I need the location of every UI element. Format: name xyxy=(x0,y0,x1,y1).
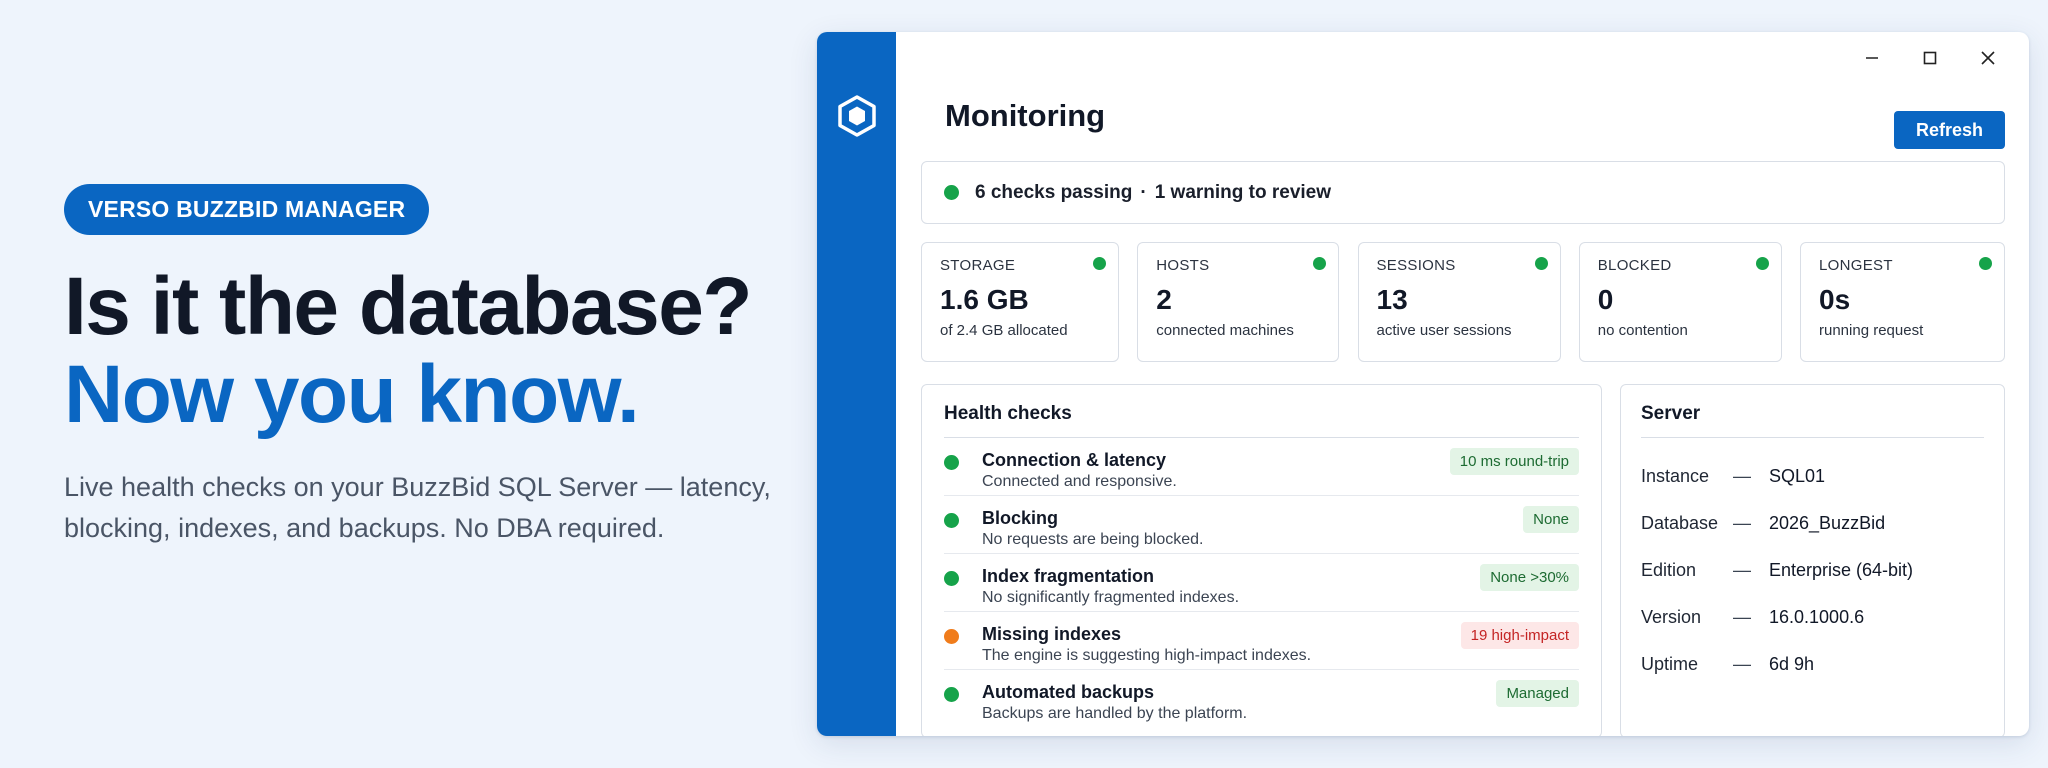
stat-value: 13 xyxy=(1376,284,1408,315)
check-badge: 19 high-impact xyxy=(1460,622,1579,649)
check-index-fragmentation[interactable]: Index fragmentation No significantly fra… xyxy=(944,554,1579,612)
check-badge: Managed xyxy=(1496,680,1579,707)
check-blocking[interactable]: Blocking No requests are being blocked. … xyxy=(944,496,1579,554)
check-name: Index fragmentation xyxy=(982,566,1155,586)
hero-subtitle: Live health checks on your BuzzBid SQL S… xyxy=(64,472,771,543)
stat-label: HOSTS xyxy=(1156,257,1210,274)
check-name: Missing indexes xyxy=(982,624,1122,644)
status-ok-icon xyxy=(944,687,959,702)
summary-warnings: 1 warning to review xyxy=(1154,181,1332,203)
stat-label: SESSIONS xyxy=(1376,257,1456,274)
stat-value: 1.6 GB xyxy=(940,284,1029,315)
app-logo-icon[interactable] xyxy=(835,94,879,138)
app-rail xyxy=(817,32,896,736)
server-row-database: Database — 2026_BuzzBid xyxy=(1641,500,1984,547)
server-key: Edition xyxy=(1641,560,1697,580)
status-ok-icon xyxy=(944,185,959,200)
stat-desc: active user sessions xyxy=(1376,322,1512,339)
hero-section: VERSO BUZZBID MANAGER Is it the database… xyxy=(64,184,804,549)
status-ok-icon xyxy=(944,455,959,470)
server-title: Server xyxy=(1641,403,1984,438)
check-detail: Backups are handled by the platform. xyxy=(982,705,1248,722)
page-title: Monitoring xyxy=(945,98,1106,133)
server-panel: Server Instance — SQL01 Database — 2026_… xyxy=(1620,384,2005,736)
status-ok-icon xyxy=(1313,257,1327,270)
stat-value: 0 xyxy=(1597,284,1614,315)
status-ok-icon xyxy=(1755,257,1769,270)
server-value: 6d 9h xyxy=(1769,654,1815,674)
stat-desc: connected machines xyxy=(1156,322,1294,339)
product-badge: VERSO BUZZBID MANAGER xyxy=(64,184,430,235)
status-summary: 6 checks passing · 1 warning to review xyxy=(921,161,2005,224)
check-detail: The engine is suggesting high-impact ind… xyxy=(982,647,1312,664)
check-badge: 10 ms round-trip xyxy=(1449,448,1579,475)
stat-card-hosts: HOSTS 2 connected machines xyxy=(1137,242,1340,362)
server-value: SQL01 xyxy=(1769,466,1826,486)
server-row-uptime: Uptime — 6d 9h xyxy=(1641,641,1984,688)
hero-title-line2: Now you know. xyxy=(64,349,640,440)
check-badge: None xyxy=(1523,506,1579,533)
check-connection-latency[interactable]: Connection & latency Connected and respo… xyxy=(944,438,1579,496)
check-name: Connection & latency xyxy=(982,450,1167,470)
check-name: Blocking xyxy=(982,508,1059,528)
stat-card-storage: STORAGE 1.6 GB of 2.4 GB allocated xyxy=(921,242,1119,362)
check-automated-backups[interactable]: Automated backups Backups are handled by… xyxy=(944,670,1579,728)
stat-card-blocked: BLOCKED 0 no contention xyxy=(1578,242,1782,362)
server-row-instance: Instance — SQL01 xyxy=(1641,453,1984,500)
stat-value: 2 xyxy=(1156,284,1172,315)
server-dash: — xyxy=(1733,654,1751,674)
health-checks-title: Health checks xyxy=(944,403,1579,438)
stat-value: 0s xyxy=(1819,284,1851,315)
main-content: Monitoring Refresh 6 checks passing · 1 … xyxy=(921,32,2005,736)
server-key: Instance xyxy=(1641,466,1710,486)
server-row-version: Version — 16.0.1000.6 xyxy=(1641,594,1984,641)
check-name: Automated backups xyxy=(982,682,1155,702)
refresh-button[interactable]: Refresh xyxy=(1894,111,2005,149)
server-value: 2026_BuzzBid xyxy=(1769,513,1886,533)
server-dash: — xyxy=(1733,466,1751,486)
stat-label: BLOCKED xyxy=(1597,257,1672,274)
stat-desc: no contention xyxy=(1597,322,1688,339)
summary-passing: 6 checks passing xyxy=(975,181,1133,203)
server-dash: — xyxy=(1733,560,1751,580)
server-key: Uptime xyxy=(1641,654,1699,674)
status-ok-icon xyxy=(1979,257,1992,270)
summary-separator: · xyxy=(1140,181,1147,203)
health-checks-panel: Health checks Connection & latency Conne… xyxy=(921,384,1602,736)
server-key: Database xyxy=(1641,513,1719,533)
monitoring-window: Monitoring Refresh 6 checks passing · 1 … xyxy=(817,32,2029,736)
check-missing-indexes[interactable]: Missing indexes The engine is suggesting… xyxy=(944,612,1579,670)
server-key: Version xyxy=(1641,607,1702,627)
status-warning-icon xyxy=(944,629,959,644)
stat-card-sessions: SESSIONS 13 active user sessions xyxy=(1357,242,1561,362)
check-detail: No significantly fragmented indexes. xyxy=(982,589,1240,606)
status-ok-icon xyxy=(944,513,959,528)
server-dash: — xyxy=(1733,607,1751,627)
server-dash: — xyxy=(1733,513,1751,533)
status-ok-icon xyxy=(1534,257,1548,270)
stat-card-longest: LONGEST 0s running request xyxy=(1800,242,2005,362)
stat-label: STORAGE xyxy=(940,257,1016,274)
check-detail: No requests are being blocked. xyxy=(982,531,1204,548)
server-row-edition: Edition — Enterprise (64-bit) xyxy=(1641,547,1984,594)
hero-title: Is it the database? Now you know. xyxy=(64,263,804,439)
check-detail: Connected and responsive. xyxy=(982,473,1177,490)
check-badge: None >30% xyxy=(1480,564,1579,591)
hero-title-line1: Is it the database? xyxy=(64,261,752,352)
stat-desc: running request xyxy=(1819,322,1924,339)
stat-label: LONGEST xyxy=(1819,257,1893,274)
status-ok-icon xyxy=(944,571,959,586)
status-ok-icon xyxy=(1093,257,1106,270)
stat-desc: of 2.4 GB allocated xyxy=(940,322,1068,339)
stat-cards: STORAGE 1.6 GB of 2.4 GB allocated HOSTS… xyxy=(921,242,2005,362)
server-value: Enterprise (64-bit) xyxy=(1769,560,1914,580)
server-value: 16.0.1000.6 xyxy=(1769,607,1865,627)
